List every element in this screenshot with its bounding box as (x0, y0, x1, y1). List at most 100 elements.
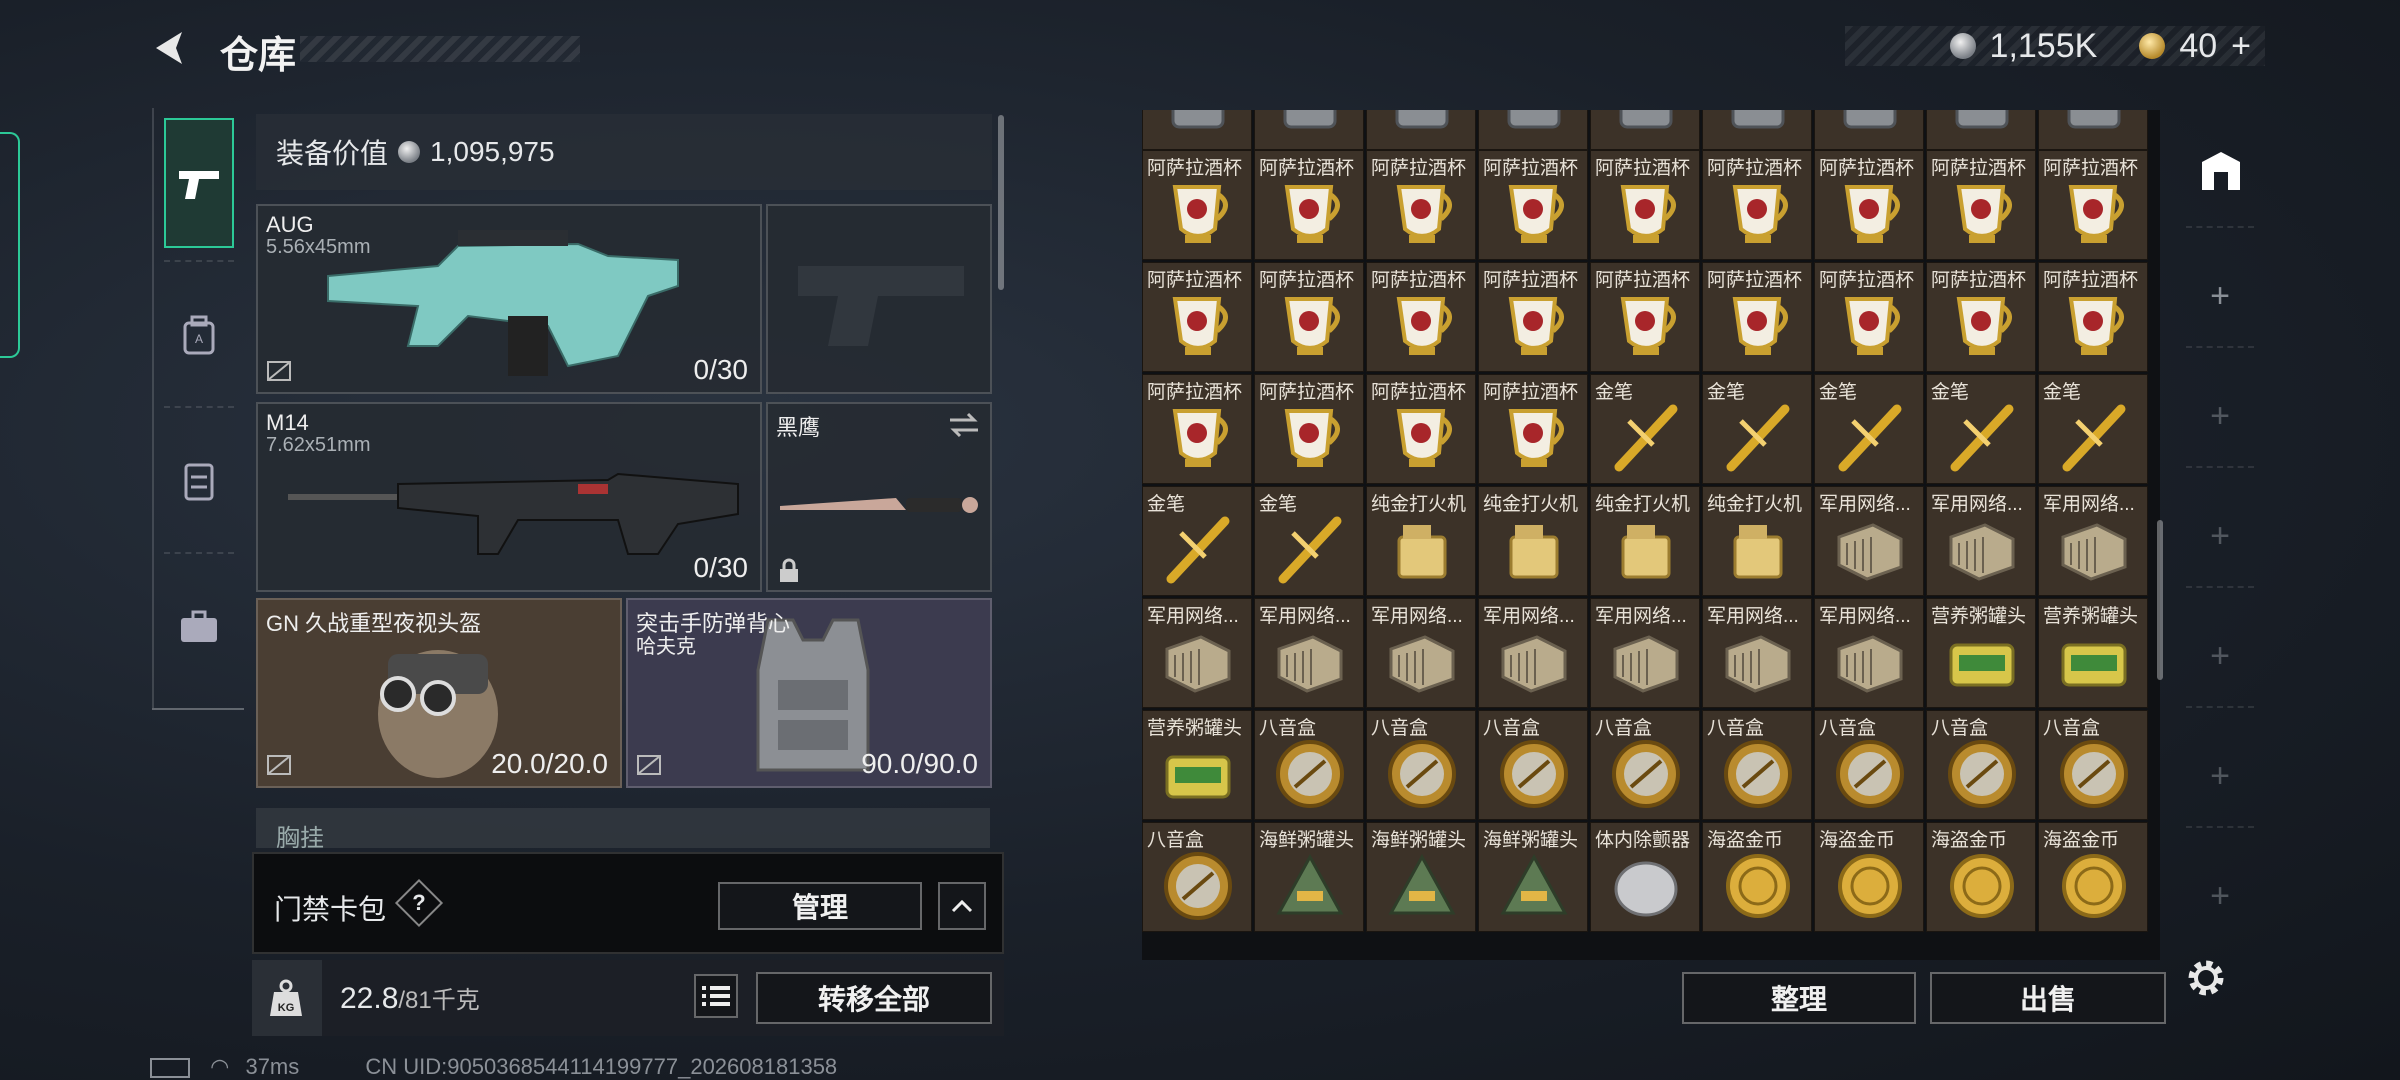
inventory-item[interactable] (1142, 110, 1252, 150)
inventory-item[interactable]: 军用网络... (1814, 598, 1924, 708)
add-storage-tab-button[interactable]: + (2200, 516, 2240, 556)
inventory-item[interactable]: 金笔 (1926, 374, 2036, 484)
inventory-item[interactable]: 八音盒 (2038, 710, 2148, 820)
inventory-item[interactable]: 海盗金币 (1814, 822, 1924, 932)
inventory-item[interactable]: 纯金打火机 (1366, 486, 1476, 596)
inventory-item[interactable]: 阿萨拉酒杯 (1814, 150, 1924, 260)
helmet-slot[interactable]: GN 久战重型夜视头盔 20.0/20.0 (256, 598, 622, 788)
sort-button[interactable]: 整理 (1682, 972, 1916, 1024)
inventory-item[interactable]: 阿萨拉酒杯 (1254, 262, 1364, 372)
side-drawer-handle[interactable] (0, 132, 20, 358)
gear-icon[interactable] (2184, 956, 2228, 1000)
inventory-item[interactable]: 阿萨拉酒杯 (1926, 262, 2036, 372)
primary-weapon-slot-1[interactable]: AUG 5.56x45mm 0/30 (256, 204, 762, 394)
primary-weapon-slot-2[interactable]: M14 7.62x51mm 0/30 (256, 402, 762, 592)
help-icon[interactable]: ? (394, 878, 444, 928)
inventory-item[interactable]: 八音盒 (1590, 710, 1700, 820)
inventory-item[interactable]: 纯金打火机 (1590, 486, 1700, 596)
collapse-button[interactable] (938, 882, 986, 930)
inventory-item[interactable]: 阿萨拉酒杯 (1926, 150, 2036, 260)
inventory-item[interactable]: 体内除颤器 (1590, 822, 1700, 932)
tab-case[interactable] (164, 562, 234, 692)
inventory-item[interactable]: 军用网络... (1814, 486, 1924, 596)
inventory-item[interactable] (1926, 110, 2036, 150)
inventory-item[interactable]: 军用网络... (1478, 598, 1588, 708)
inventory-item[interactable]: 阿萨拉酒杯 (2038, 150, 2148, 260)
inventory-item[interactable] (1814, 110, 1924, 150)
inventory-item[interactable]: 阿萨拉酒杯 (1142, 262, 1252, 372)
inventory-item[interactable]: 阿萨拉酒杯 (1254, 150, 1364, 260)
inventory-item[interactable]: 营养粥罐头 (1142, 710, 1252, 820)
tab-rig[interactable] (164, 416, 234, 546)
inventory-item[interactable]: 海盗金币 (1702, 822, 1812, 932)
manage-button[interactable]: 管理 (718, 882, 922, 930)
inventory-item[interactable]: 金笔 (1702, 374, 1812, 484)
inventory-item[interactable]: 阿萨拉酒杯 (1590, 150, 1700, 260)
inventory-item[interactable]: 八音盒 (1254, 710, 1364, 820)
inventory-item[interactable]: 阿萨拉酒杯 (1478, 150, 1588, 260)
inventory-item[interactable]: 纯金打火机 (1478, 486, 1588, 596)
inventory-item[interactable]: 军用网络... (2038, 486, 2148, 596)
tab-weapons[interactable] (164, 118, 234, 248)
inventory-item[interactable]: 阿萨拉酒杯 (1478, 262, 1588, 372)
inventory-item[interactable]: 军用网络... (1142, 598, 1252, 708)
inventory-item[interactable]: 金笔 (1254, 486, 1364, 596)
inventory-item[interactable]: 军用网络... (1702, 598, 1812, 708)
inventory-item[interactable] (1478, 110, 1588, 150)
inventory-item[interactable]: 营养粥罐头 (2038, 598, 2148, 708)
inventory-item[interactable]: 军用网络... (1366, 598, 1476, 708)
inventory-item[interactable] (1590, 110, 1700, 150)
add-storage-tab-button[interactable]: + (2200, 396, 2240, 436)
inventory-item[interactable]: 军用网络... (1926, 486, 2036, 596)
inventory-item[interactable]: 阿萨拉酒杯 (1814, 262, 1924, 372)
inventory-item[interactable]: 阿萨拉酒杯 (1254, 374, 1364, 484)
inventory-item[interactable]: 阿萨拉酒杯 (1478, 374, 1588, 484)
inventory-item[interactable]: 海盗金币 (1926, 822, 2036, 932)
inventory-item[interactable]: 阿萨拉酒杯 (1142, 150, 1252, 260)
inventory-item[interactable]: 阿萨拉酒杯 (1702, 262, 1812, 372)
transfer-all-button[interactable]: 转移全部 (756, 972, 992, 1024)
sell-button[interactable]: 出售 (1930, 972, 2166, 1024)
add-storage-tab-button[interactable]: + (2200, 876, 2240, 916)
add-storage-tab-button[interactable]: + (2200, 636, 2240, 676)
inventory-scrollbar[interactable] (2157, 520, 2163, 680)
back-arrow-icon[interactable] (150, 28, 190, 68)
inventory-item[interactable]: 海鲜粥罐头 (1478, 822, 1588, 932)
inventory-item[interactable]: 海鲜粥罐头 (1254, 822, 1364, 932)
inventory-item[interactable]: 八音盒 (1814, 710, 1924, 820)
inventory-item[interactable]: 八音盒 (1478, 710, 1588, 820)
inventory-item[interactable] (1366, 110, 1476, 150)
melee-slot[interactable]: 黑鹰 (766, 402, 992, 592)
inventory-item[interactable]: 八音盒 (1142, 822, 1252, 932)
inventory-item[interactable]: 海鲜粥罐头 (1366, 822, 1476, 932)
inventory-item[interactable]: 八音盒 (1702, 710, 1812, 820)
inventory-item[interactable]: 阿萨拉酒杯 (2038, 262, 2148, 372)
inventory-item[interactable] (1702, 110, 1812, 150)
inventory-item[interactable]: 金笔 (1142, 486, 1252, 596)
inventory-item[interactable]: 八音盒 (1366, 710, 1476, 820)
inventory-item[interactable] (1254, 110, 1364, 150)
inventory-item[interactable]: 军用网络... (1254, 598, 1364, 708)
swap-arrows-icon[interactable] (948, 412, 980, 438)
inventory-item[interactable]: 纯金打火机 (1702, 486, 1812, 596)
inventory-item[interactable]: 金笔 (1590, 374, 1700, 484)
add-storage-tab-button[interactable]: + (2200, 276, 2240, 316)
inventory-item[interactable] (2038, 110, 2148, 150)
add-currency-button[interactable]: + (2231, 27, 2251, 66)
secondary-weapon-slot[interactable] (766, 204, 992, 394)
armor-slot[interactable]: 突击手防弹背心 哈夫克 90.0/90.0 (626, 598, 992, 788)
inventory-item[interactable]: 金笔 (2038, 374, 2148, 484)
tab-main-storage[interactable] (2180, 118, 2260, 218)
inventory-item[interactable]: 阿萨拉酒杯 (1142, 374, 1252, 484)
list-view-button[interactable] (694, 974, 738, 1018)
inventory-item[interactable]: 阿萨拉酒杯 (1702, 150, 1812, 260)
equipment-scrollbar[interactable] (998, 115, 1004, 290)
inventory-item[interactable]: 八音盒 (1926, 710, 2036, 820)
inventory-item[interactable]: 军用网络... (1590, 598, 1700, 708)
inventory-item[interactable]: 金笔 (1814, 374, 1924, 484)
inventory-item[interactable]: 阿萨拉酒杯 (1590, 262, 1700, 372)
inventory-item[interactable]: 阿萨拉酒杯 (1366, 262, 1476, 372)
tab-armor[interactable]: A (164, 270, 234, 400)
inventory-item[interactable]: 阿萨拉酒杯 (1366, 374, 1476, 484)
inventory-item[interactable]: 阿萨拉酒杯 (1366, 150, 1476, 260)
